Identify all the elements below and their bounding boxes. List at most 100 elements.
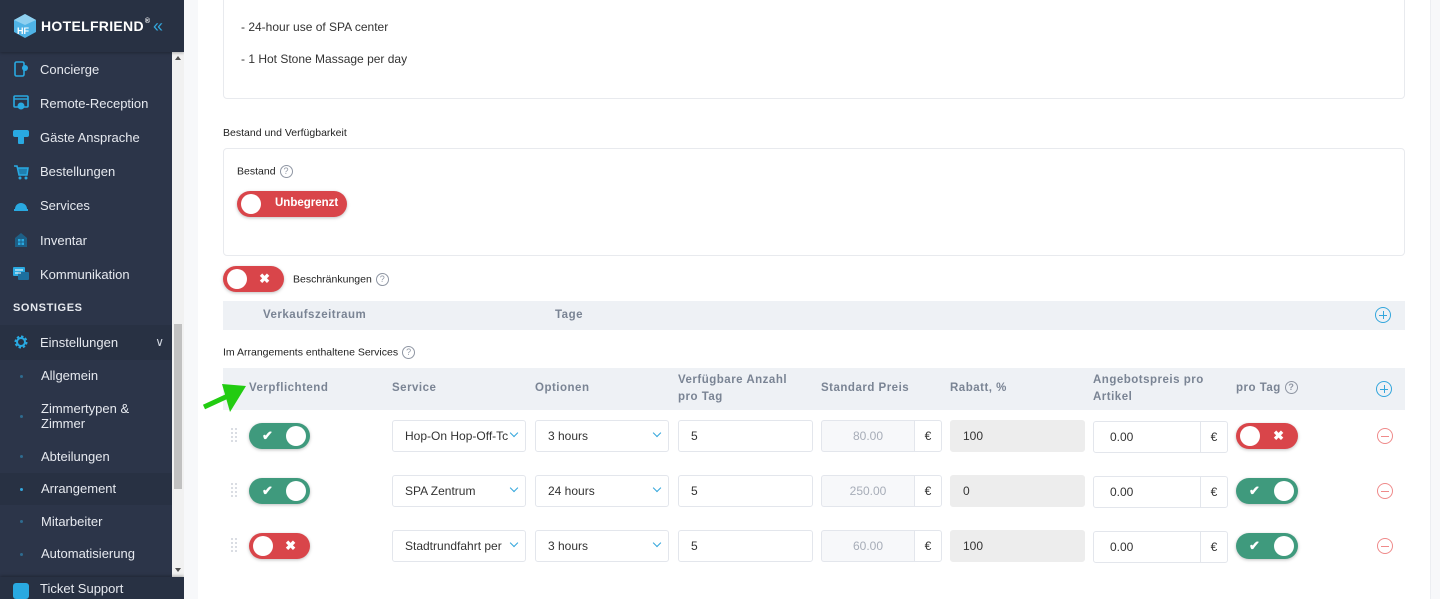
column-header-days: Tage bbox=[555, 309, 583, 321]
scrollbar-thumb[interactable] bbox=[174, 324, 182, 489]
drag-handle-icon[interactable] bbox=[231, 483, 237, 497]
scroll-down-arrow-icon[interactable] bbox=[175, 568, 181, 572]
chat-icon bbox=[13, 266, 29, 282]
sidebar-subitem-arrangement[interactable]: Arrangement bbox=[0, 472, 172, 505]
remove-service-button[interactable] bbox=[1377, 428, 1393, 444]
offer-price-value: 0.00 bbox=[1110, 430, 1134, 444]
option-select[interactable]: 3 hours bbox=[535, 420, 669, 452]
service-select[interactable]: Hop-On Hop-Off-Tc bbox=[392, 420, 526, 452]
mandatory-toggle[interactable]: ✔ bbox=[249, 478, 310, 504]
offer-price-input[interactable]: 0.00 bbox=[1093, 531, 1201, 563]
services-section-title-row: Im Arrangements enthaltene Services? bbox=[223, 346, 416, 359]
discount-input: 0 bbox=[950, 475, 1085, 507]
sidebar-scrollbar[interactable] bbox=[172, 52, 184, 577]
restrictions-label: Beschränkungen bbox=[293, 273, 372, 286]
per-day-toggle[interactable]: ✔ bbox=[1236, 478, 1298, 504]
help-icon[interactable]: ? bbox=[375, 273, 389, 286]
column-header-per-day: pro Tag bbox=[1236, 382, 1281, 394]
discount-value: 0 bbox=[963, 484, 970, 498]
sidebar-subitem-departments[interactable]: Abteilungen bbox=[0, 440, 172, 473]
chevron-down-icon bbox=[509, 538, 519, 548]
toggle-knob bbox=[1240, 426, 1260, 446]
annotation-arrow-icon bbox=[202, 384, 246, 412]
bullet-icon bbox=[20, 374, 23, 378]
currency-symbol: € bbox=[1210, 485, 1218, 499]
offer-price-input[interactable]: 0.00 bbox=[1093, 421, 1201, 453]
sidebar-item-ticket-support[interactable]: Ticket Support bbox=[0, 577, 184, 599]
sidebar-subitem-label: Automatisierung bbox=[41, 546, 135, 562]
drag-handle-icon[interactable] bbox=[231, 538, 237, 552]
sidebar-item-remote-reception[interactable]: Remote-Reception bbox=[0, 86, 172, 120]
per-day-toggle[interactable]: ✖ bbox=[1236, 423, 1298, 449]
available-per-day-input[interactable]: 5 bbox=[678, 530, 813, 562]
help-icon[interactable]: ? bbox=[1284, 381, 1298, 395]
scroll-up-arrow-icon[interactable] bbox=[175, 56, 181, 60]
standard-price-input: 250.00 bbox=[821, 475, 914, 507]
mandatory-toggle[interactable]: ✔ bbox=[249, 423, 310, 449]
offer-price-value: 0.00 bbox=[1110, 540, 1134, 554]
toggle-label: Unbegrenzt bbox=[275, 197, 339, 209]
description-line: - 1 Hot Stone Massage per day bbox=[241, 52, 408, 66]
option-select[interactable]: 24 hours bbox=[535, 475, 669, 507]
page-scrollbar[interactable] bbox=[1430, 0, 1440, 599]
offer-price-input[interactable]: 0.00 bbox=[1093, 476, 1201, 508]
stock-label: Bestand bbox=[237, 165, 276, 178]
column-header-offer-price: Angebotspreis pro Artikel bbox=[1093, 374, 1204, 403]
restrictions-label-row: Beschränkungen? bbox=[293, 273, 389, 286]
drag-handle-icon[interactable] bbox=[231, 428, 237, 442]
sidebar-item-inventory[interactable]: Inventar bbox=[0, 223, 172, 257]
check-icon: ✔ bbox=[262, 428, 273, 443]
gear-icon bbox=[13, 334, 29, 350]
bullet-icon bbox=[20, 415, 23, 418]
service-select[interactable]: SPA Zentrum bbox=[392, 475, 526, 507]
check-icon: ✔ bbox=[1249, 538, 1260, 553]
sidebar-item-communication[interactable]: Kommunikation bbox=[0, 257, 172, 291]
sidebar-item-label: Einstellungen bbox=[40, 334, 119, 350]
unlimited-stock-toggle[interactable]: Unbegrenzt bbox=[237, 191, 347, 217]
sidebar-item-guest-communication[interactable]: Gäste Ansprache bbox=[0, 120, 172, 154]
sidebar-subitem-subscription[interactable]: Abo Verwaltung bbox=[0, 570, 172, 577]
currency-addon: € bbox=[1200, 531, 1228, 563]
check-icon: ✔ bbox=[262, 483, 273, 498]
column-header-mandatory: Verpflichtend bbox=[249, 382, 329, 394]
remove-service-button[interactable] bbox=[1377, 538, 1393, 554]
standard-price-value: 250.00 bbox=[849, 484, 887, 498]
column-header-options: Optionen bbox=[535, 382, 590, 394]
remove-service-button[interactable] bbox=[1377, 483, 1393, 499]
currency-addon: € bbox=[914, 420, 942, 452]
sidebar-item-orders[interactable]: Bestellungen bbox=[0, 155, 172, 189]
currency-addon: € bbox=[914, 475, 942, 507]
sidebar-subitem-general[interactable]: Allgemein bbox=[0, 360, 172, 393]
available-per-day-input[interactable]: 5 bbox=[678, 475, 813, 507]
currency-addon: € bbox=[1200, 476, 1228, 508]
add-restriction-button[interactable] bbox=[1375, 307, 1391, 323]
remote-reception-icon bbox=[13, 95, 29, 111]
help-icon[interactable]: ? bbox=[279, 165, 293, 178]
sidebar-item-settings[interactable]: Einstellungen ∨ bbox=[0, 325, 172, 360]
sidebar-item-concierge[interactable]: Concierge bbox=[0, 52, 172, 86]
double-chevron-left-icon[interactable]: « bbox=[153, 16, 163, 37]
help-icon[interactable]: ? bbox=[402, 346, 416, 359]
sidebar-item-services[interactable]: Services bbox=[0, 189, 172, 223]
bullet-icon bbox=[20, 487, 23, 491]
sidebar: HF HOTELFRIEND® « Concierge Remote-Recep… bbox=[0, 0, 184, 599]
restrictions-toggle[interactable]: ✖ bbox=[223, 266, 284, 292]
option-select[interactable]: 3 hours bbox=[535, 530, 669, 562]
add-service-button[interactable] bbox=[1376, 381, 1392, 397]
offer-price-value: 0.00 bbox=[1110, 485, 1134, 499]
sidebar-section-label: SONSTIGES bbox=[13, 302, 83, 315]
available-per-day-input[interactable]: 5 bbox=[678, 420, 813, 452]
inventory-icon bbox=[13, 232, 29, 248]
sidebar-subitem-staff[interactable]: Mitarbeiter bbox=[0, 505, 172, 538]
sidebar-subitem-automation[interactable]: Automatisierung bbox=[0, 538, 172, 571]
sidebar-subitem-label: Arrangement bbox=[41, 481, 117, 497]
per-day-toggle[interactable]: ✔ bbox=[1236, 533, 1298, 559]
guest-chat-icon bbox=[13, 129, 29, 145]
stock-label-row: Bestand? bbox=[237, 165, 293, 178]
available-per-day-value: 5 bbox=[691, 429, 698, 443]
sidebar-subitem-room-types[interactable]: Zimmertypen & Zimmer bbox=[0, 392, 172, 440]
service-select-value: Hop-On Hop-Off-Tc bbox=[405, 429, 509, 443]
ticket-support-icon bbox=[13, 583, 29, 599]
mandatory-toggle[interactable]: ✖ bbox=[249, 533, 310, 559]
service-select[interactable]: Stadtrundfahrt per bbox=[392, 530, 526, 562]
